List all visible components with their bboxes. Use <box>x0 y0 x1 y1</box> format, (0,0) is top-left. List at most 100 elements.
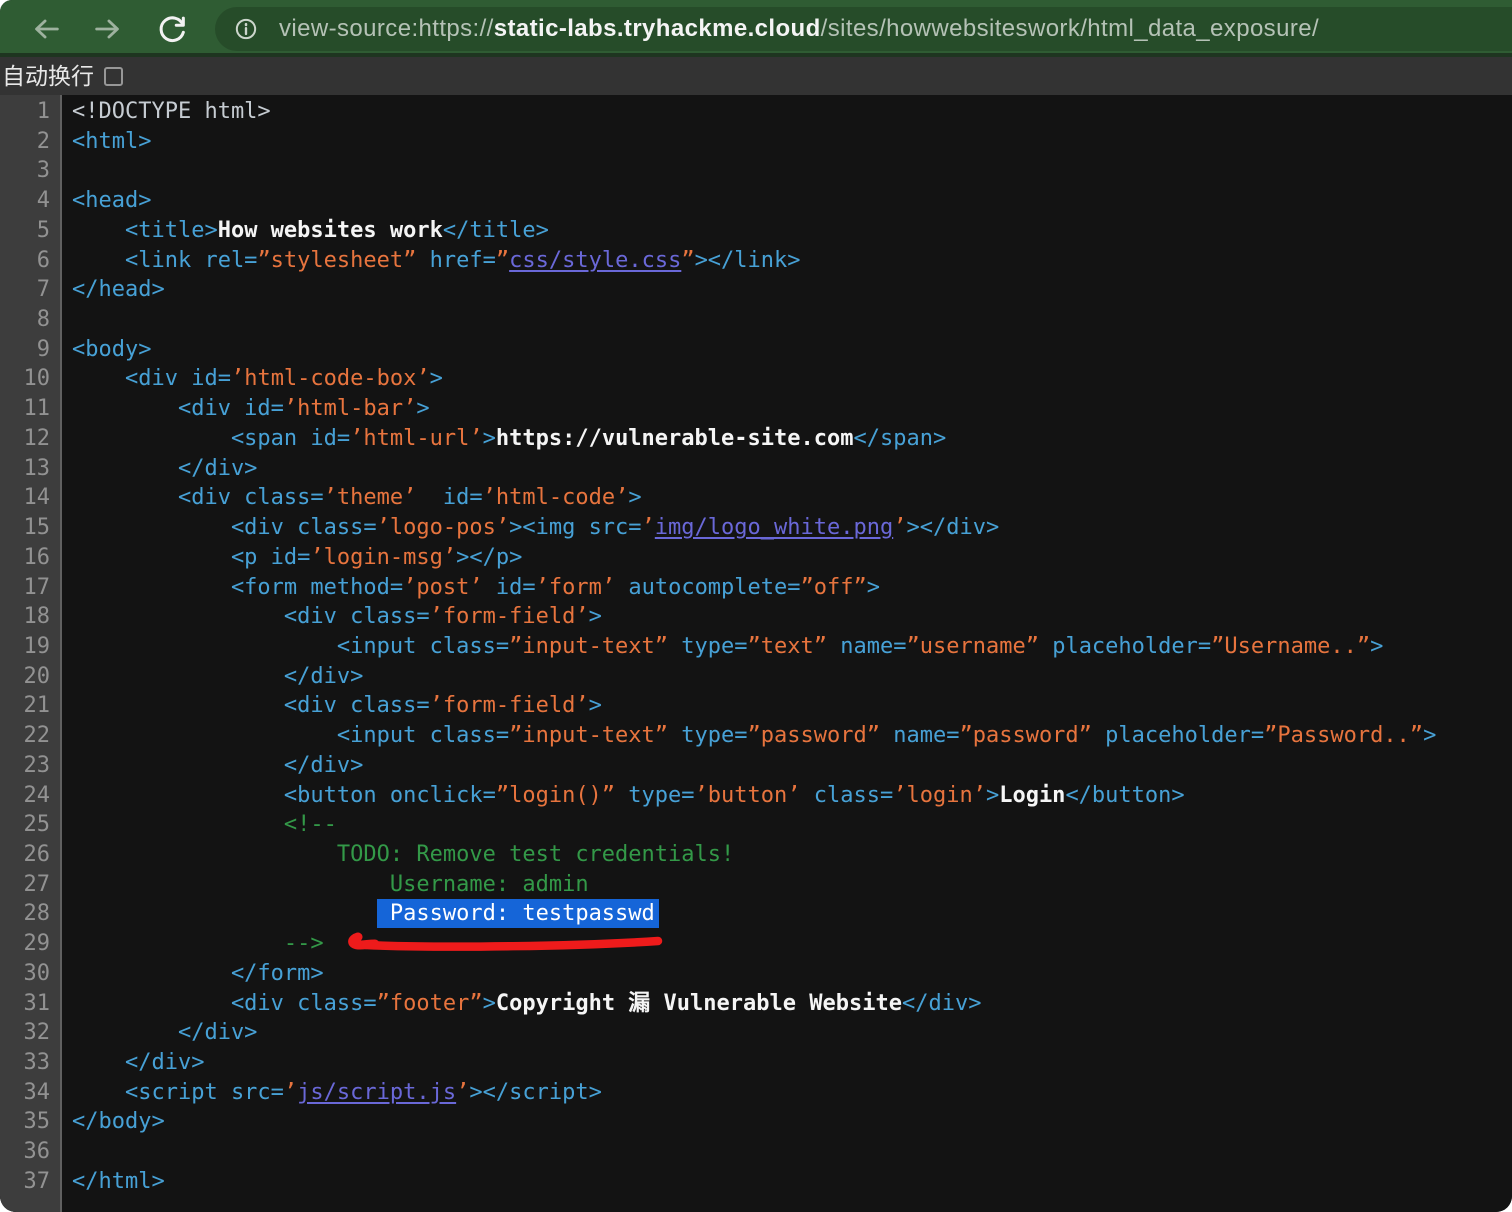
code-line: <!-- <box>64 810 1512 840</box>
code-attr-value: ’login-msg’ <box>310 544 457 570</box>
code-line: </body> <box>64 1107 1512 1137</box>
code-line-row: 20 </div> <box>0 662 1512 692</box>
code-link[interactable]: js/script.js <box>297 1080 456 1105</box>
line-number: 4 <box>36 188 50 214</box>
back-arrow-icon <box>29 12 63 49</box>
code-line-row: 2 <html> <box>0 127 1512 157</box>
reload-icon <box>155 12 189 49</box>
code-tag: name= <box>827 633 907 659</box>
line-number: 6 <box>36 247 50 273</box>
code-tag: > <box>416 396 430 422</box>
code-attr-value: ’button’ <box>694 782 801 808</box>
source-lines: 1 <!DOCTYPE html> 2 <html> 3 4 <head> 5 <title>… <box>0 97 1512 1197</box>
code-line-row: 26 TODO: Remove test credentials! <box>0 840 1512 870</box>
code-line-row: 36 <box>0 1137 1512 1167</box>
code-line: <form method=’post’ id=’form’ autocomple… <box>64 573 1512 603</box>
code-tag: <div id= <box>72 366 231 392</box>
line-number: 32 <box>23 1020 51 1046</box>
code-attr-value: ’ <box>456 1079 470 1105</box>
code-line: <div id=’html-bar’> <box>64 394 1512 424</box>
code-line-row: 18 <div class=’form-field’> <box>0 602 1512 632</box>
code-line: <html> <box>64 127 1512 157</box>
code-doctype: <!DOCTYPE html> <box>72 99 271 124</box>
code-line-row: 9 <body> <box>0 335 1512 365</box>
code-line: Username: admin <box>64 870 1512 900</box>
code-tag: <div class= <box>72 485 324 511</box>
code-tag: ></link> <box>694 247 801 273</box>
code-attr-value: ’form-field’ <box>429 693 589 719</box>
code-tag: <div id= <box>72 396 284 422</box>
code-tag: <span id= <box>72 425 351 451</box>
code-link[interactable]: css/style.css <box>509 248 681 273</box>
code-tag: > <box>1370 633 1384 659</box>
reload-button[interactable] <box>155 13 189 47</box>
line-number: 36 <box>23 1139 51 1165</box>
code-line-row: 5 <title>How websites work</title> <box>0 216 1512 246</box>
code-line-row: 14 <div class=’theme’ id=’html-code’> <box>0 483 1512 513</box>
code-attr-value: ’html-bar’ <box>283 396 417 422</box>
code-content-text: Copyright 漏 Vulnerable Website <box>495 990 902 1016</box>
code-line-row: 33 </div> <box>0 1048 1512 1078</box>
code-attr-value: ’html-code’ <box>482 485 629 511</box>
url-domain: static-labs.tryhackme.cloud <box>493 15 821 42</box>
word-wrap-checkbox[interactable] <box>104 66 123 86</box>
code-line: </div> <box>64 1018 1512 1048</box>
code-tag: ></div> <box>906 515 1000 541</box>
code-line-row: 17 <form method=’post’ id=’form’ autocom… <box>0 573 1512 603</box>
code-comment: <!-- <box>72 812 337 838</box>
code-line-row: 22 <input class=”input-text” type=”passw… <box>0 721 1512 751</box>
code-line-row: 15 <div class=’logo-pos’><img src=’img/l… <box>0 513 1512 543</box>
line-number: 12 <box>23 425 51 451</box>
line-number: 25 <box>23 812 51 838</box>
code-tag: autocomplete= <box>615 574 801 600</box>
code-tag: placeholder= <box>1091 723 1265 749</box>
code-attr-value: ’theme’ <box>323 485 417 511</box>
line-number: 34 <box>23 1079 51 1105</box>
code-tag: </html> <box>72 1168 165 1194</box>
code-line-row: 4 <head> <box>0 186 1512 216</box>
code-line-row: 30 </form> <box>0 959 1512 989</box>
code-comment: --> <box>72 931 324 957</box>
code-attr-value: ”password” <box>959 723 1092 749</box>
code-tag: <title> <box>72 217 218 243</box>
code-tag: > <box>429 366 443 392</box>
code-line-row: 21 <div class=’form-field’> <box>0 691 1512 721</box>
code-line-row: 28 Password: testpasswd <box>0 899 1512 929</box>
line-number: 9 <box>36 336 50 362</box>
code-tag: type= <box>668 723 748 749</box>
code-content-text: Login <box>999 782 1066 808</box>
code-line: <div id=’html-code-box’> <box>64 364 1512 394</box>
code-tag: > <box>588 604 602 630</box>
code-line-row: 35 </body> <box>0 1107 1512 1137</box>
code-attr-value: ’post’ <box>403 574 483 600</box>
page-info-icon[interactable] <box>231 14 261 44</box>
code-tag: <head> <box>72 188 152 214</box>
line-number: 14 <box>23 485 51 511</box>
line-number: 24 <box>23 782 51 808</box>
code-line-row: 27 Username: admin <box>0 870 1512 900</box>
line-number: 11 <box>23 396 51 422</box>
line-number: 18 <box>23 604 51 630</box>
back-button[interactable] <box>29 13 63 47</box>
code-line-row: 29 --> <box>0 929 1512 959</box>
code-line: <body> <box>64 335 1512 365</box>
address-bar[interactable]: view-source:https://static-labs.tryhackm… <box>215 7 1512 51</box>
forward-button[interactable] <box>91 13 125 47</box>
line-number: 2 <box>36 128 50 154</box>
code-line: <div class=’logo-pos’><img src=’img/logo… <box>64 513 1512 543</box>
url-scheme: view-source:https:// <box>279 15 494 42</box>
code-line: </div> <box>64 454 1512 484</box>
code-line-row: 32 </div> <box>0 1018 1512 1048</box>
line-number: 7 <box>36 277 50 303</box>
code-line-row: 23 </div> <box>0 751 1512 781</box>
line-number: 5 <box>36 217 50 243</box>
line-number: 3 <box>36 158 50 184</box>
code-tag: href= <box>416 247 496 273</box>
code-attr-value: ”Password..” <box>1264 723 1424 749</box>
code-link[interactable]: img/logo_white.png <box>655 515 893 540</box>
code-tag: > <box>985 782 1000 808</box>
code-line: <!DOCTYPE html> <box>64 97 1512 127</box>
code-line: <span id=’html-url’>https://vulnerable-s… <box>64 424 1512 454</box>
code-tag: > <box>588 693 602 719</box>
code-attr-value: ”input-text” <box>509 723 669 749</box>
